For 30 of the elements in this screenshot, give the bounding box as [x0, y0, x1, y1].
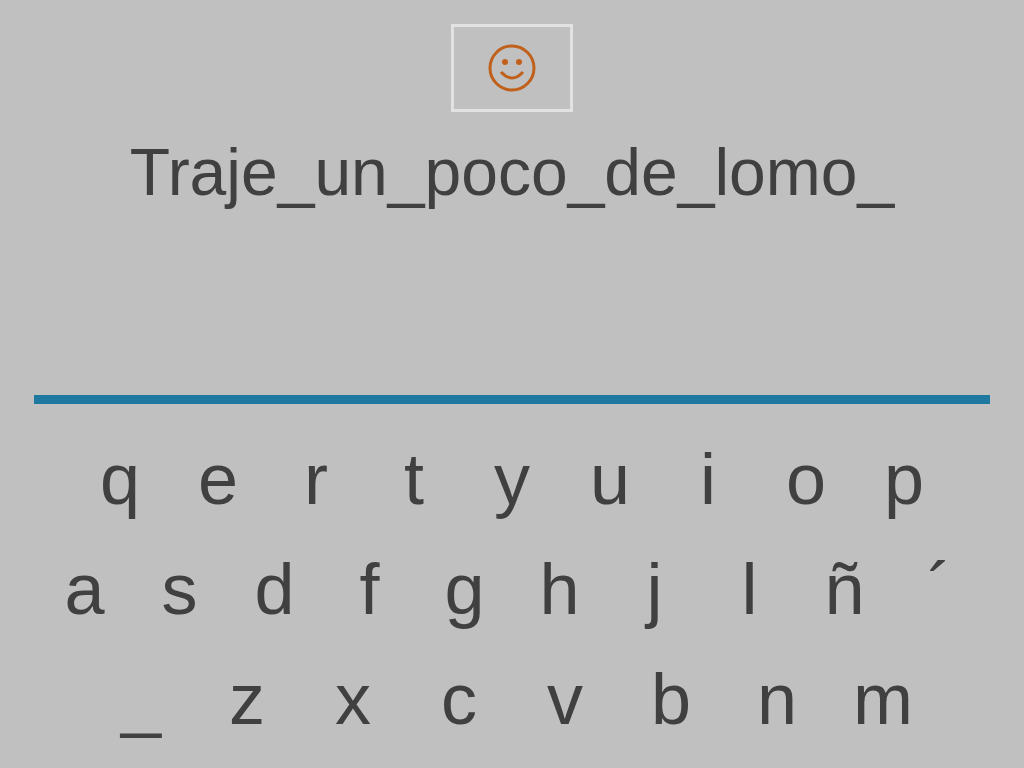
letter-key[interactable]: j — [607, 544, 702, 634]
letter-key[interactable]: d — [227, 544, 322, 634]
letter-key[interactable]: i — [659, 434, 757, 524]
sentence-text: Traje_un_poco_de_lomo_ — [129, 134, 895, 211]
letter-key[interactable]: n — [724, 654, 830, 744]
letter-key[interactable]: x — [300, 654, 406, 744]
letter-key[interactable]: l — [702, 544, 797, 634]
letter-key[interactable]: p — [855, 434, 953, 524]
letter-key[interactable]: b — [618, 654, 724, 744]
letter-key[interactable]: ñ — [797, 544, 892, 634]
letter-key[interactable]: h — [512, 544, 607, 634]
smiley-icon — [487, 43, 537, 93]
letter-key[interactable]: c — [406, 654, 512, 744]
letter-key[interactable]: z — [194, 654, 300, 744]
letter-key[interactable]: u — [561, 434, 659, 524]
letter-key[interactable]: s — [132, 544, 227, 634]
letter-key[interactable]: a — [37, 544, 132, 634]
smiley-button[interactable] — [451, 24, 573, 112]
letter-key[interactable]: v — [512, 654, 618, 744]
letter-key[interactable]: g — [417, 544, 512, 634]
letter-key[interactable]: f — [322, 544, 417, 634]
letter-key[interactable]: y — [463, 434, 561, 524]
letter-key[interactable]: o — [757, 434, 855, 524]
letter-key[interactable]: ´ — [892, 544, 987, 634]
letter-key[interactable]: m — [830, 654, 936, 744]
letter-key[interactable]: e — [169, 434, 267, 524]
letter-key[interactable]: _ — [88, 654, 194, 744]
letter-key[interactable]: r — [267, 434, 365, 524]
letter-key[interactable]: t — [365, 434, 463, 524]
letter-key[interactable]: q — [71, 434, 169, 524]
